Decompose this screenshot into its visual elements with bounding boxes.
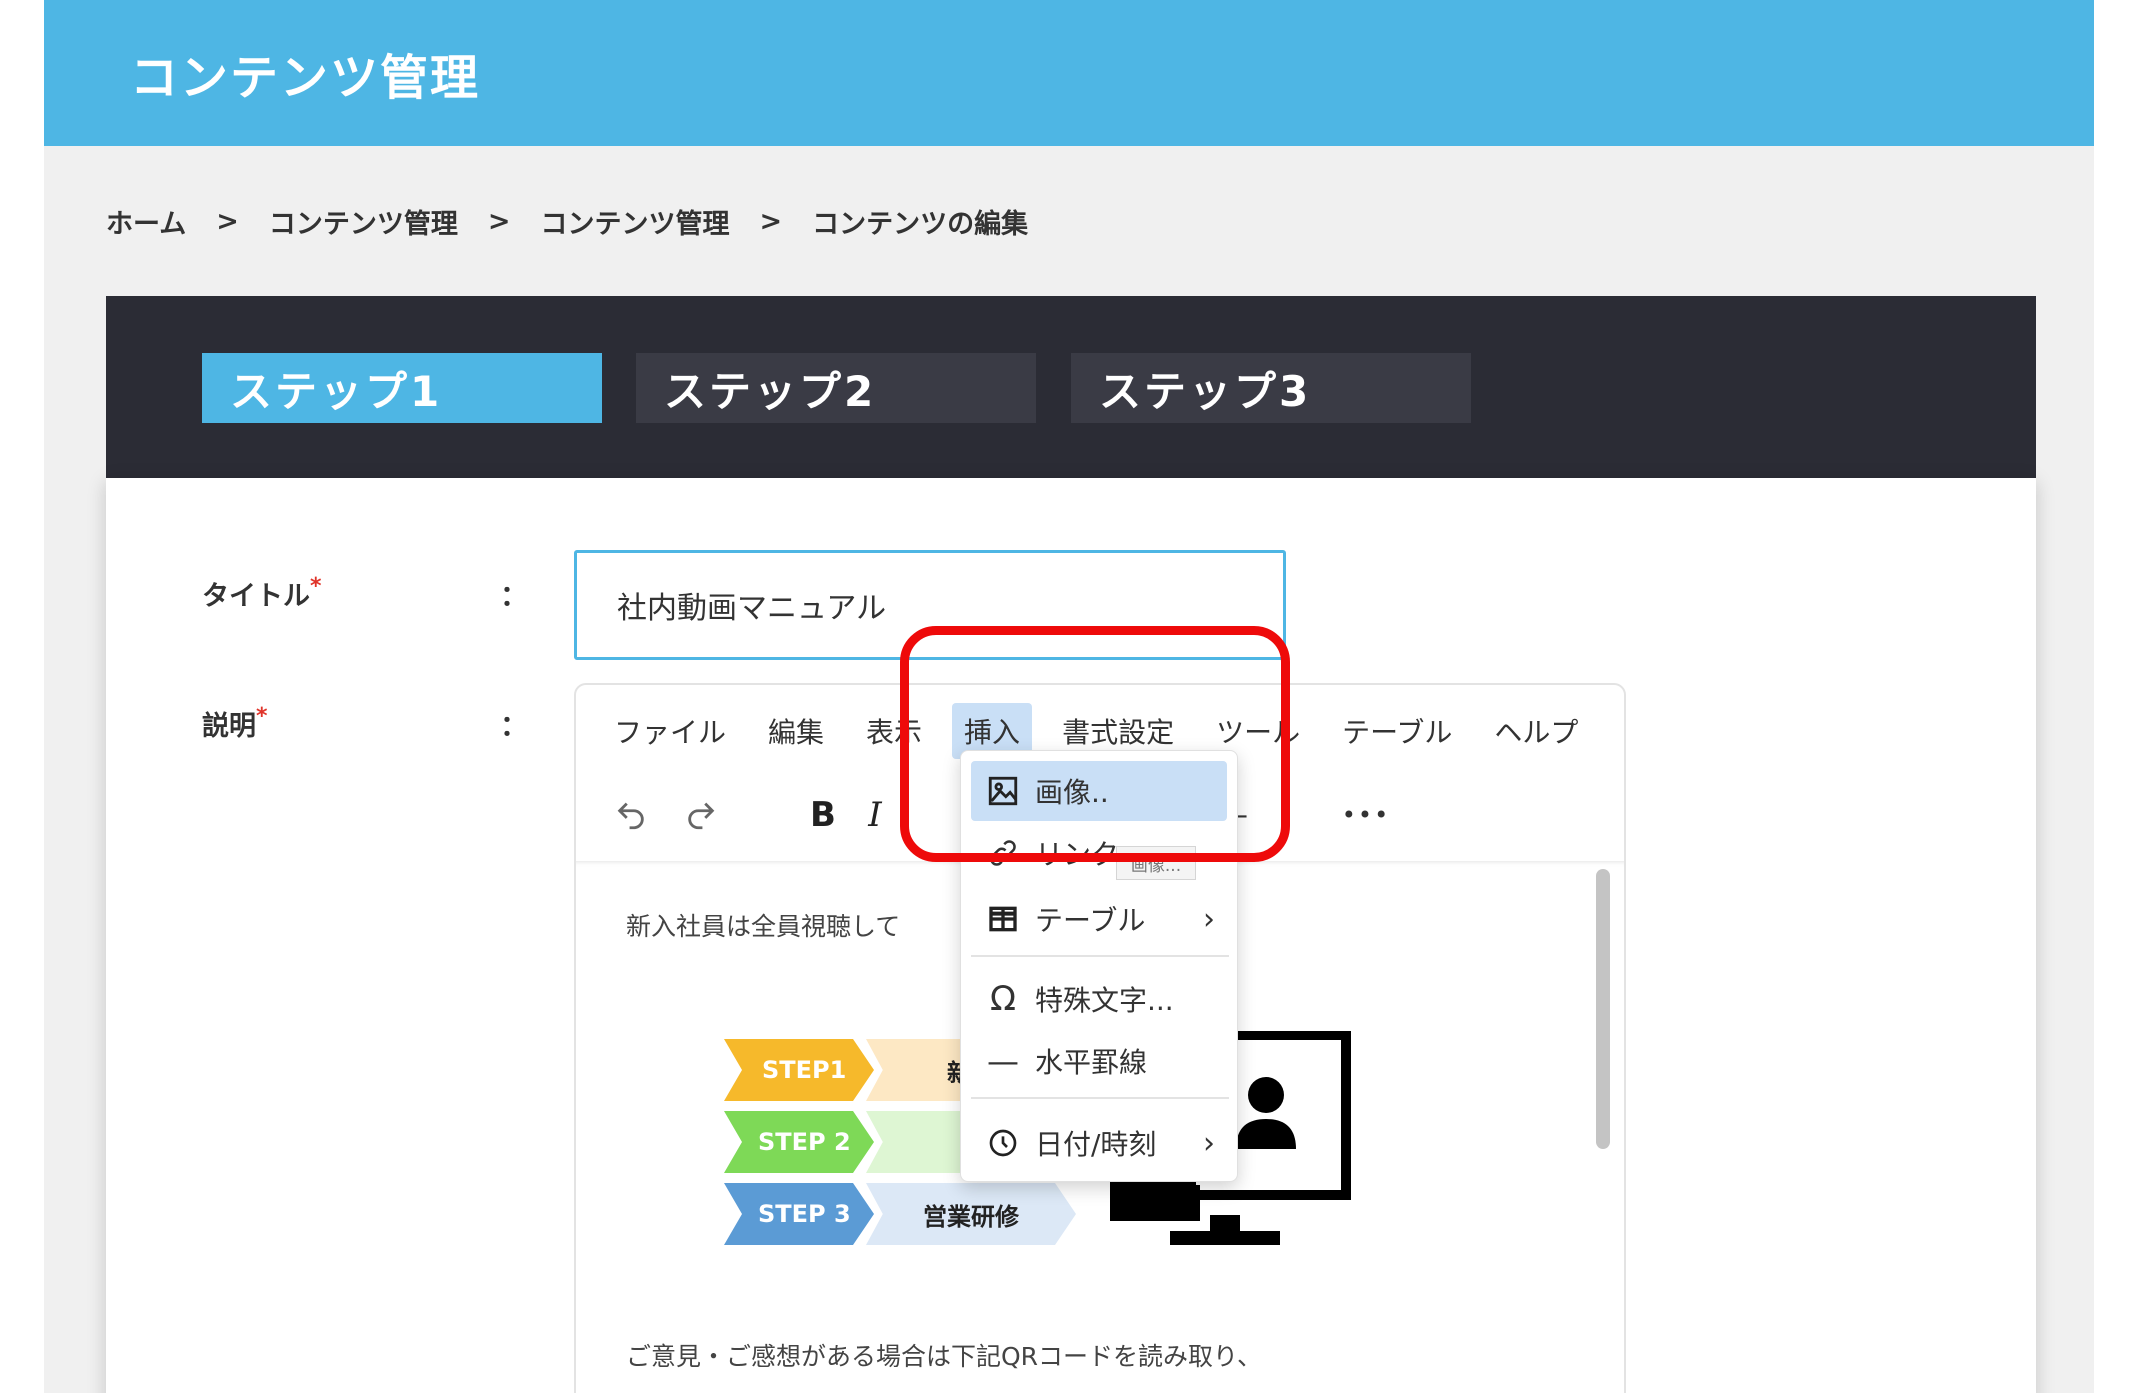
clock-icon bbox=[971, 1127, 1035, 1159]
image-icon bbox=[971, 774, 1035, 808]
editor-scrollbar[interactable] bbox=[1596, 869, 1610, 1149]
insert-menu-hr[interactable]: — 水平罫線 bbox=[971, 1031, 1227, 1091]
description-label: 説明* bbox=[202, 704, 268, 743]
title-colon: ： bbox=[500, 579, 529, 612]
undo-icon[interactable] bbox=[606, 785, 656, 845]
menu-edit[interactable]: 編集 bbox=[756, 703, 836, 759]
diagram-step2-tag: STEP 2 bbox=[724, 1111, 874, 1173]
step-tab-1[interactable]: ステップ1 bbox=[202, 353, 602, 423]
menu-file[interactable]: ファイル bbox=[602, 703, 738, 759]
page-title: コンテンツ管理 bbox=[130, 50, 481, 106]
breadcrumb-item-edit: コンテンツの編集 bbox=[812, 209, 1029, 240]
diagram-step3-tag: STEP 3 bbox=[724, 1183, 874, 1245]
more-button[interactable]: ••• bbox=[1336, 785, 1396, 845]
menu-help[interactable]: ヘルプ bbox=[1482, 703, 1590, 759]
title-label-text: タイトル bbox=[202, 581, 310, 612]
chevron-right-icon: › bbox=[1203, 1125, 1215, 1161]
insert-menu-datetime[interactable]: 日付/時刻 › bbox=[971, 1113, 1227, 1173]
horizontal-rule-icon: — bbox=[987, 1042, 1019, 1080]
omega-icon: Ω bbox=[990, 979, 1016, 1019]
breadcrumb-separator: > bbox=[487, 206, 511, 237]
insert-menu-datetime-label: 日付/時刻 bbox=[1035, 1128, 1157, 1161]
tooltip: 画像... bbox=[1116, 846, 1196, 880]
step-tab-3[interactable]: ステップ3 bbox=[1071, 353, 1471, 423]
description-colon: ： bbox=[500, 709, 529, 742]
insert-menu-special-char-label: 特殊文字... bbox=[1035, 984, 1174, 1017]
breadcrumb-item-contents[interactable]: コンテンツ管理 bbox=[269, 202, 458, 241]
menu-view[interactable]: 表示 bbox=[854, 703, 934, 759]
diagram-step1-tag: STEP1 bbox=[724, 1039, 874, 1101]
redo-icon[interactable] bbox=[676, 785, 726, 845]
italic-button[interactable]: I bbox=[850, 785, 900, 845]
description-label-text: 説明 bbox=[202, 711, 256, 742]
breadcrumb-item-home[interactable]: ホーム bbox=[106, 202, 186, 241]
content-line-1: 新入社員は全員視聴して bbox=[626, 912, 901, 941]
required-mark: * bbox=[310, 574, 322, 599]
menu-table[interactable]: テーブル bbox=[1330, 703, 1464, 759]
breadcrumb: ホーム > コンテンツ管理 > コンテンツ管理 > コンテンツの編集 bbox=[106, 202, 1028, 241]
link-icon bbox=[971, 838, 1035, 868]
table-icon bbox=[971, 903, 1035, 935]
bold-button[interactable]: B bbox=[798, 785, 848, 845]
insert-menu-table[interactable]: テーブル › bbox=[971, 889, 1227, 949]
insert-menu-image[interactable]: 画像.. bbox=[971, 761, 1227, 821]
insert-menu-hr-label: 水平罫線 bbox=[1035, 1046, 1148, 1079]
diagram-step2-tag-text: STEP 2 bbox=[758, 1128, 851, 1156]
insert-menu-table-label: テーブル bbox=[1035, 904, 1146, 937]
required-mark: * bbox=[256, 704, 268, 729]
menu-divider bbox=[971, 955, 1229, 957]
insert-menu-special-char[interactable]: Ω 特殊文字... bbox=[971, 969, 1227, 1029]
insert-menu-dropdown: 画像.. リンク... テーブル › Ω 特殊文字... — 水平罫線 日付/時… bbox=[960, 750, 1238, 1182]
breadcrumb-item-contents-2[interactable]: コンテンツ管理 bbox=[540, 202, 729, 241]
breadcrumb-separator: > bbox=[216, 206, 239, 237]
title-label: タイトル* bbox=[202, 574, 322, 613]
diagram-step3-tag-text: STEP 3 bbox=[758, 1200, 851, 1228]
diagram-step3-label: 営業研修 bbox=[866, 1183, 1076, 1245]
content-line-2: ご意見・ご感想がある場合は下記QRコードを読み取り、 bbox=[626, 1342, 1263, 1371]
diagram-step1-tag-text: STEP1 bbox=[762, 1056, 847, 1084]
insert-menu-image-label: 画像.. bbox=[1035, 776, 1109, 809]
app-frame: コンテンツ管理 ホーム > コンテンツ管理 > コンテンツ管理 > コンテンツの… bbox=[44, 0, 2094, 1393]
chevron-right-icon: › bbox=[1203, 901, 1215, 937]
breadcrumb-separator: > bbox=[759, 206, 783, 237]
header: コンテンツ管理 bbox=[44, 0, 2094, 146]
title-input[interactable]: 社内動画マニュアル bbox=[574, 550, 1286, 660]
step-tab-2[interactable]: ステップ2 bbox=[636, 353, 1036, 423]
menu-divider bbox=[971, 1097, 1229, 1099]
step-bar: ステップ1 ステップ2 ステップ3 bbox=[106, 296, 2036, 478]
